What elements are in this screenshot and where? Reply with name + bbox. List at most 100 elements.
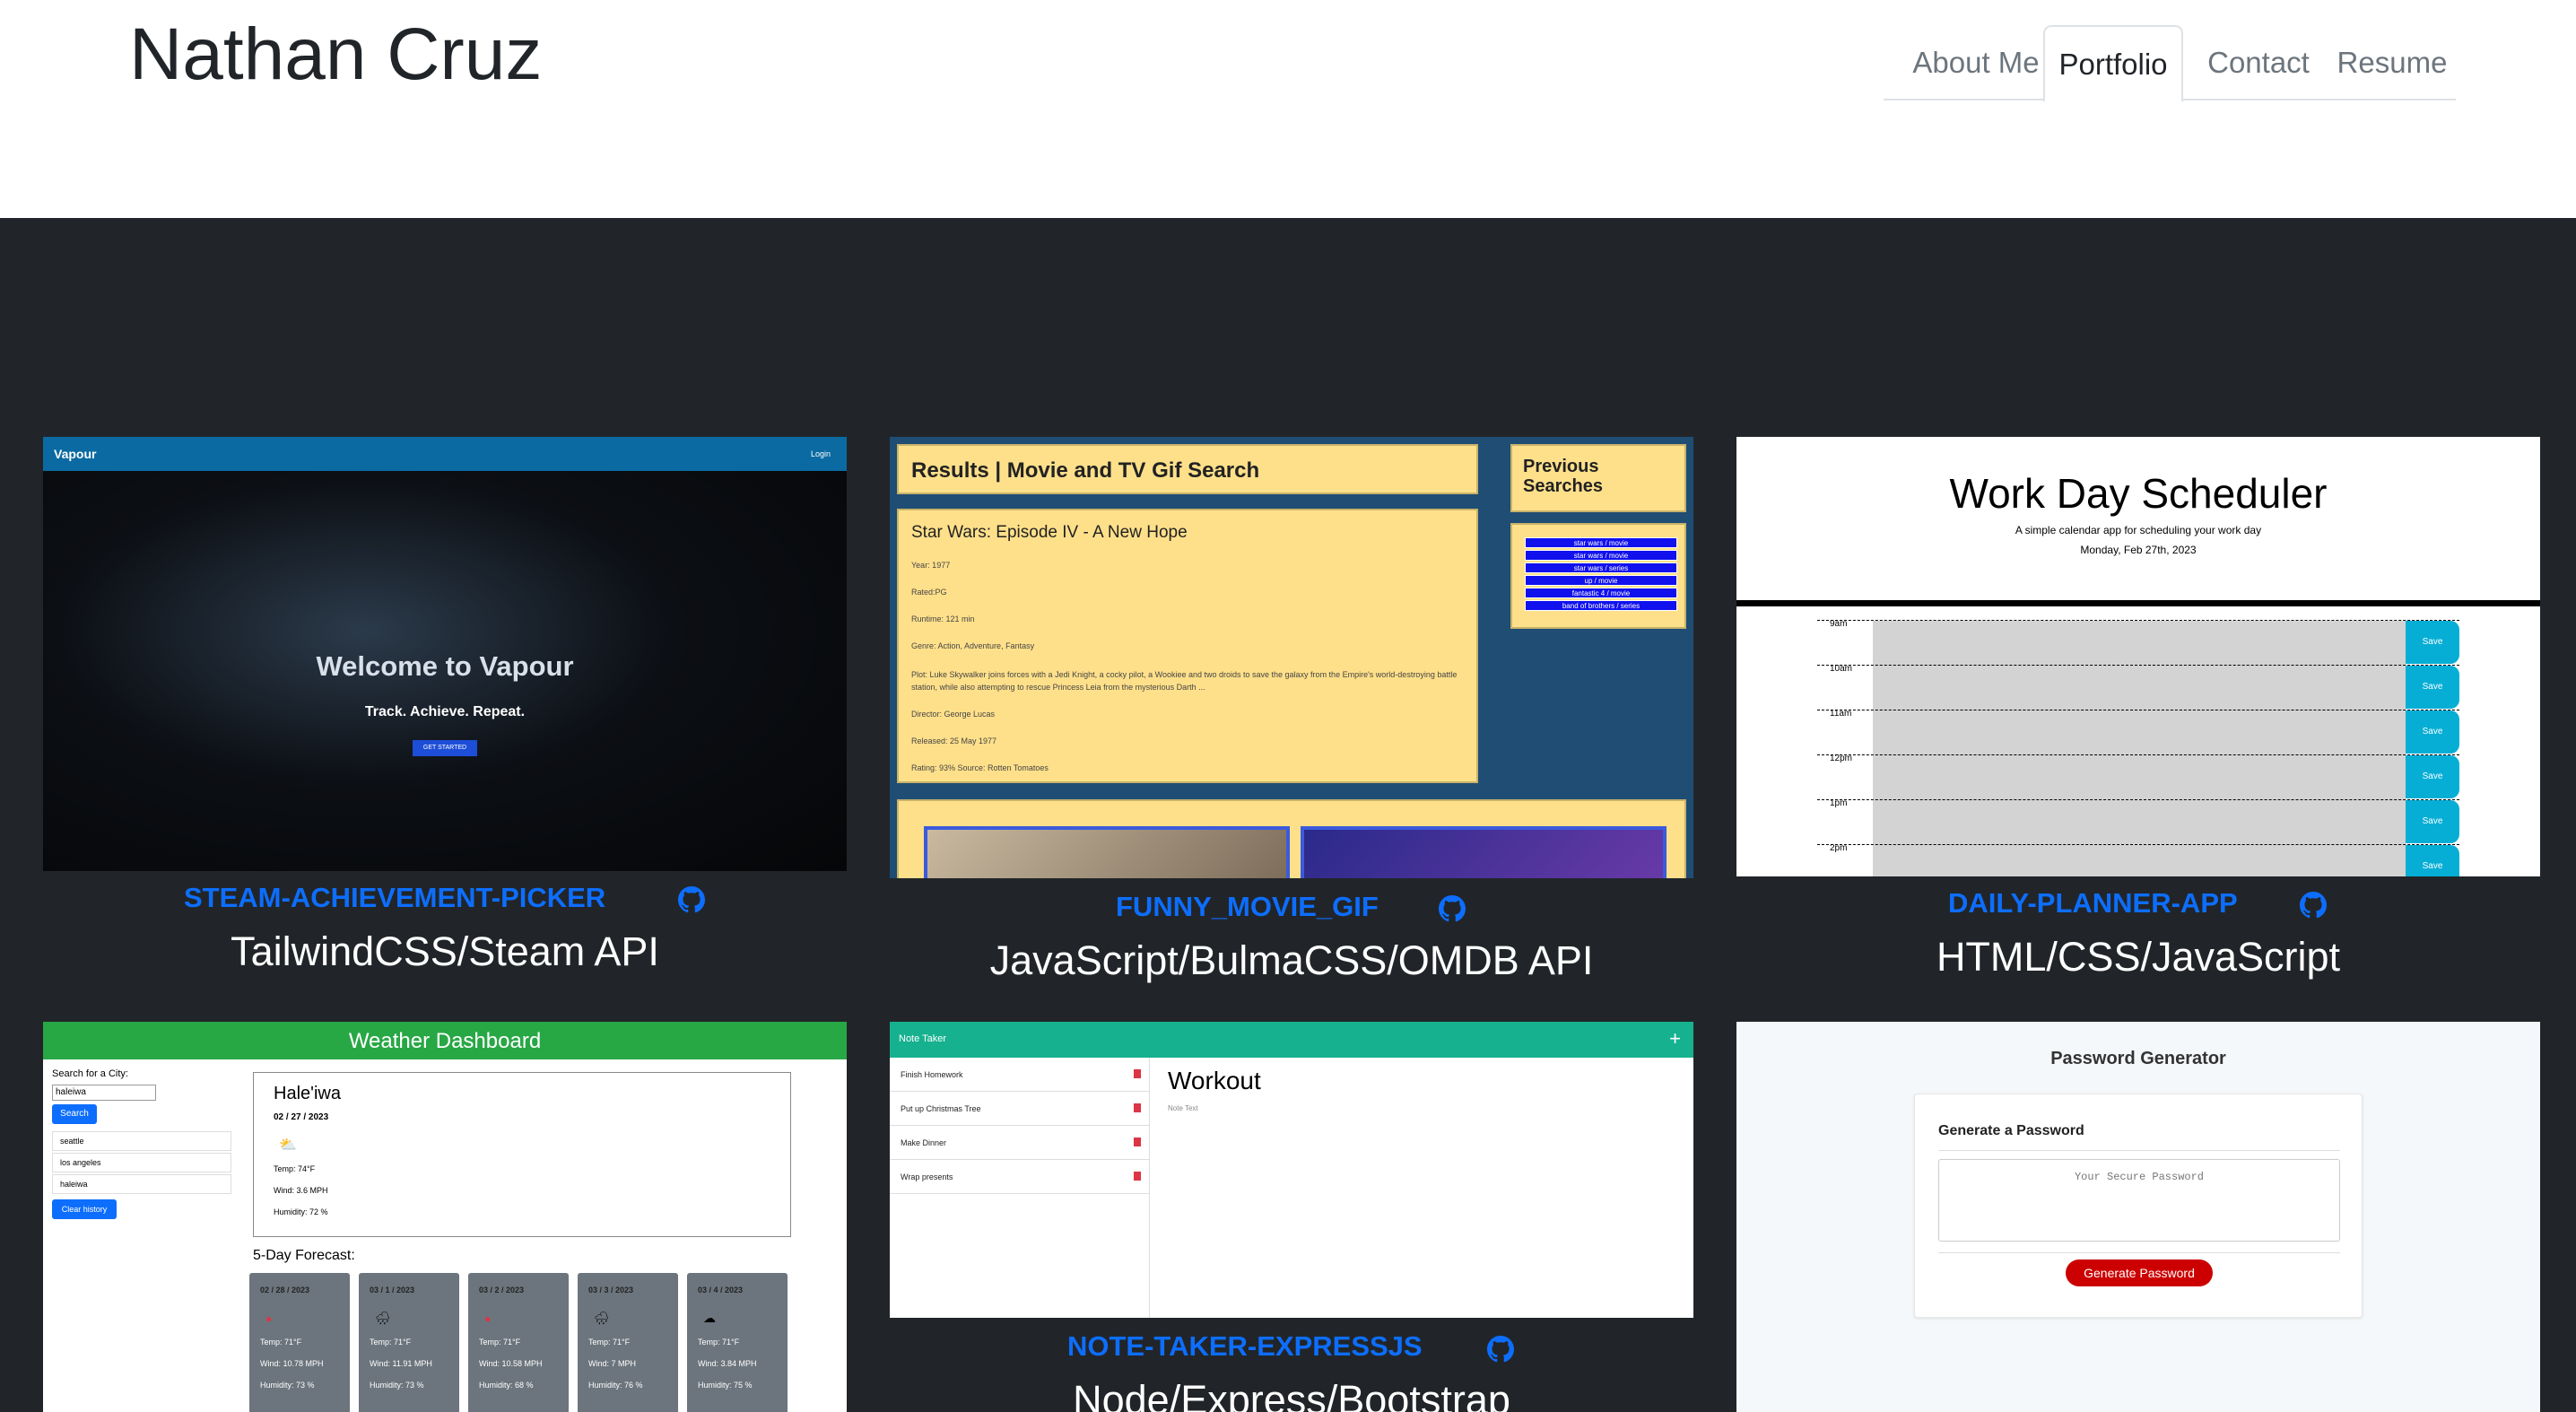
history-button: up / movie xyxy=(1525,575,1677,586)
forecast-wind: Wind: 3.84 MPH xyxy=(698,1359,757,1368)
weather-title: Weather Dashboard xyxy=(348,1029,542,1053)
sun-icon: ● xyxy=(484,1312,492,1325)
note-item-label: Put up Christmas Tree xyxy=(901,1104,981,1113)
previous-searches-list: star wars / movie star wars / movie star… xyxy=(1510,523,1686,629)
gif-results-box xyxy=(897,799,1686,878)
hour-textarea xyxy=(1873,710,2406,755)
hour-label: 1pm xyxy=(1830,798,1848,808)
weather-history-item: los angeles xyxy=(52,1153,231,1172)
forecast-card: 03 / 1 / 2023 🌧 Temp: 71°F Wind: 11.91 MPH H… xyxy=(359,1273,459,1412)
planner-title: Work Day Scheduler xyxy=(1949,470,2328,517)
previous-searches-title: Previous Searches xyxy=(1523,457,1603,496)
planner-divider xyxy=(1736,600,2540,606)
planner-row: 12pm Save xyxy=(1817,754,2459,800)
note-taker-screenshot[interactable]: Note Taker + Finish Homework Put up Chri… xyxy=(890,1022,1693,1318)
movie-detail: Director: George Lucas xyxy=(911,710,996,719)
note-list: Finish Homework Put up Christmas Tree Ma… xyxy=(890,1058,1150,1318)
steam-achievement-screenshot[interactable]: Vapour Login Welcome to Vapour Track. Ac… xyxy=(43,437,847,871)
github-icon[interactable] xyxy=(1439,895,1466,922)
weather-date: 02 / 27 / 2023 xyxy=(274,1112,329,1122)
project-link-movie-gif[interactable]: FUNNY_MOVIE_GIF xyxy=(1116,891,1379,923)
tab-about-me[interactable]: About Me xyxy=(1900,25,2052,100)
trash-icon xyxy=(1134,1103,1141,1112)
tab-resume[interactable]: Resume xyxy=(2328,25,2456,100)
hour-textarea xyxy=(1873,800,2406,845)
movie-detail: Released: 25 May 1977 xyxy=(911,737,997,745)
trash-icon xyxy=(1134,1137,1141,1146)
project-tech-steam: TailwindCSS/Steam API xyxy=(231,928,659,974)
forecast-wind: Wind: 10.78 MPH xyxy=(260,1359,324,1368)
forecast-date: 03 / 1 / 2023 xyxy=(370,1286,415,1294)
forecast-label: 5-Day Forecast: xyxy=(253,1248,355,1263)
weather-dashboard-screenshot[interactable]: Weather Dashboard Search for a City: hal… xyxy=(43,1022,847,1412)
note-heading: Workout xyxy=(1168,1067,1261,1094)
weather-search-input: haleiwa xyxy=(52,1085,156,1101)
card-divider xyxy=(1938,1150,2340,1151)
hour-label: 9am xyxy=(1830,619,1848,629)
vapour-welcome: Welcome to Vapour xyxy=(316,650,574,682)
weather-search-label: Search for a City: xyxy=(52,1068,128,1079)
password-card-title: Generate a Password xyxy=(1938,1123,2084,1138)
add-note-icon: + xyxy=(1669,1027,1681,1050)
project-tech-movie-gif: JavaScript/BulmaCSS/OMDB API xyxy=(989,937,1594,983)
project-link-steam[interactable]: STEAM-ACHIEVEMENT-PICKER xyxy=(184,882,605,914)
cloud-icon: ☁ xyxy=(703,1311,716,1325)
save-button: Save xyxy=(2406,755,2459,798)
forecast-wind: Wind: 11.91 MPH xyxy=(370,1359,432,1368)
forecast-humidity: Humidity: 73 % xyxy=(260,1381,315,1390)
password-textarea: Your Secure Password xyxy=(1938,1159,2340,1242)
weather-current-card: Hale'iwa 02 / 27 / 2023 ⛅ Temp: 74°F Win… xyxy=(253,1072,791,1237)
weather-cloud-icon: ⛅ xyxy=(279,1137,297,1153)
tab-contact[interactable]: Contact xyxy=(2189,25,2328,100)
card-divider xyxy=(1938,1252,2340,1253)
planner-row: 1pm Save xyxy=(1817,798,2459,845)
funny-movie-gif-screenshot[interactable]: Results | Movie and TV Gif Search Previo… xyxy=(890,437,1693,878)
password-placeholder: Your Secure Password xyxy=(2074,1171,2205,1183)
vapour-tagline: Track. Achieve. Repeat. xyxy=(364,704,526,719)
vapour-navbar: Vapour Login xyxy=(43,437,847,471)
previous-searches-header: Previous Searches xyxy=(1510,444,1686,512)
forecast-card: 03 / 3 / 2023 🌧 Temp: 71°F Wind: 7 MPH Humid… xyxy=(578,1273,678,1412)
project-tech-note-taker: Node/Express/Bootstrap xyxy=(1073,1377,1510,1412)
forecast-date: 03 / 4 / 2023 xyxy=(698,1286,744,1294)
save-button: Save xyxy=(2406,621,2459,664)
weather-history-item: haleiwa xyxy=(52,1174,231,1194)
movie-detail: Rated:PG xyxy=(911,588,947,597)
history-button: star wars / movie xyxy=(1525,550,1677,561)
github-icon[interactable] xyxy=(1487,1336,1514,1363)
note-taker-title: Note Taker xyxy=(899,1033,946,1044)
planner-row: 10am Save xyxy=(1817,664,2459,710)
movie-results-header: Results | Movie and TV Gif Search xyxy=(897,444,1478,494)
weather-clear-button: Clear history xyxy=(52,1199,117,1219)
hour-label: 11am xyxy=(1830,709,1852,719)
forecast-humidity: Humidity: 73 % xyxy=(370,1381,424,1390)
save-button: Save xyxy=(2406,710,2459,754)
forecast-temp: Temp: 71°F xyxy=(370,1338,412,1347)
github-icon[interactable] xyxy=(678,886,705,913)
project-link-note-taker[interactable]: NOTE-TAKER-EXPRESSJS xyxy=(1067,1330,1423,1363)
hour-textarea xyxy=(1873,666,2406,710)
save-button: Save xyxy=(2406,845,2459,876)
forecast-date: 02 / 28 / 2023 xyxy=(260,1286,310,1294)
weather-wind: Wind: 3.6 MPH xyxy=(274,1186,328,1195)
forecast-card: 03 / 4 / 2023 ☁ Temp: 71°F Wind: 3.84 MPH Hu… xyxy=(687,1273,788,1412)
hour-label: 10am xyxy=(1830,664,1853,674)
nav-tabs: About Me Portfolio Contact Resume xyxy=(1884,25,2456,102)
weather-city: Hale'iwa xyxy=(274,1084,341,1103)
planner-row: 11am Save xyxy=(1817,709,2459,755)
tab-portfolio[interactable]: Portfolio xyxy=(2043,25,2183,102)
daily-planner-screenshot[interactable]: Work Day Scheduler A simple calendar app… xyxy=(1736,437,2540,876)
vapour-cta: GET STARTED xyxy=(413,740,477,756)
movie-detail: Runtime: 121 min xyxy=(911,614,975,623)
note-text: Note Text xyxy=(1168,1104,1198,1112)
password-generator-screenshot[interactable]: Password Generator Generate a Password Y… xyxy=(1736,1022,2540,1412)
weather-search-button: Search xyxy=(52,1104,97,1124)
project-link-daily-planner[interactable]: DAILY-PLANNER-APP xyxy=(1948,887,2238,920)
movie-details-box: Star Wars: Episode IV - A New Hope Year:… xyxy=(897,509,1478,783)
github-icon[interactable] xyxy=(2300,892,2327,919)
forecast-temp: Temp: 71°F xyxy=(698,1338,740,1347)
planner-row: 9am Save xyxy=(1817,619,2459,666)
forecast-date: 03 / 3 / 2023 xyxy=(588,1286,634,1294)
movie-detail: Genre: Action, Adventure, Fantasy xyxy=(911,641,1035,650)
password-card: Generate a Password Your Secure Password… xyxy=(1914,1094,2363,1318)
